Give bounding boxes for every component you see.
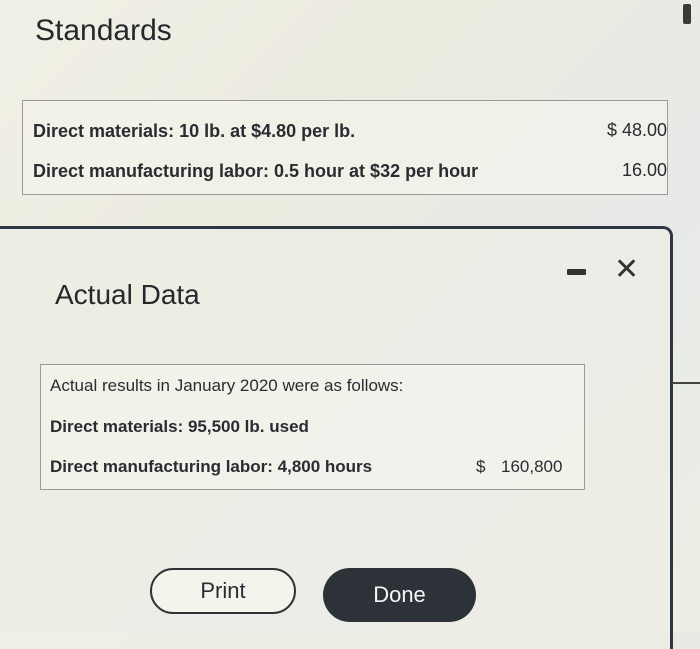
actual-intro-text: Actual results in January 2020 were as f… bbox=[50, 376, 404, 395]
close-icon[interactable]: ✕ bbox=[614, 255, 639, 285]
standards-table: Direct materials: 10 lb. at $4.80 per lb… bbox=[22, 100, 668, 195]
actual-row-materials: Direct materials: 95,500 lb. used bbox=[50, 417, 309, 436]
minimize-icon[interactable] bbox=[683, 4, 691, 24]
print-button[interactable]: Print bbox=[150, 568, 296, 614]
standards-row-labor: Direct manufacturing labor: 0.5 hour at … bbox=[33, 161, 479, 181]
actual-data-dialog: Actual Data ✕ Actual results in January … bbox=[0, 226, 673, 649]
standards-window: Standards Direct materials: 10 lb. at $4… bbox=[0, 0, 700, 230]
background-divider bbox=[672, 382, 700, 384]
standards-title: Standards bbox=[35, 14, 172, 47]
actual-row-labor: Direct manufacturing labor: 4,800 hours bbox=[50, 457, 373, 476]
done-button[interactable]: Done bbox=[323, 568, 476, 622]
minimize-icon[interactable] bbox=[567, 269, 586, 275]
standards-amount-materials: $ 48.00 bbox=[606, 120, 667, 140]
actual-data-table: Actual results in January 2020 were as f… bbox=[40, 364, 585, 490]
actual-amount-labor: 160,800 bbox=[501, 457, 563, 476]
standards-amount-labor: 16.00 bbox=[621, 160, 667, 180]
standards-row-materials: Direct materials: 10 lb. at $4.80 per lb… bbox=[33, 121, 356, 141]
actual-currency-symbol: $ bbox=[476, 457, 486, 476]
dialog-title: Actual Data bbox=[55, 279, 200, 310]
